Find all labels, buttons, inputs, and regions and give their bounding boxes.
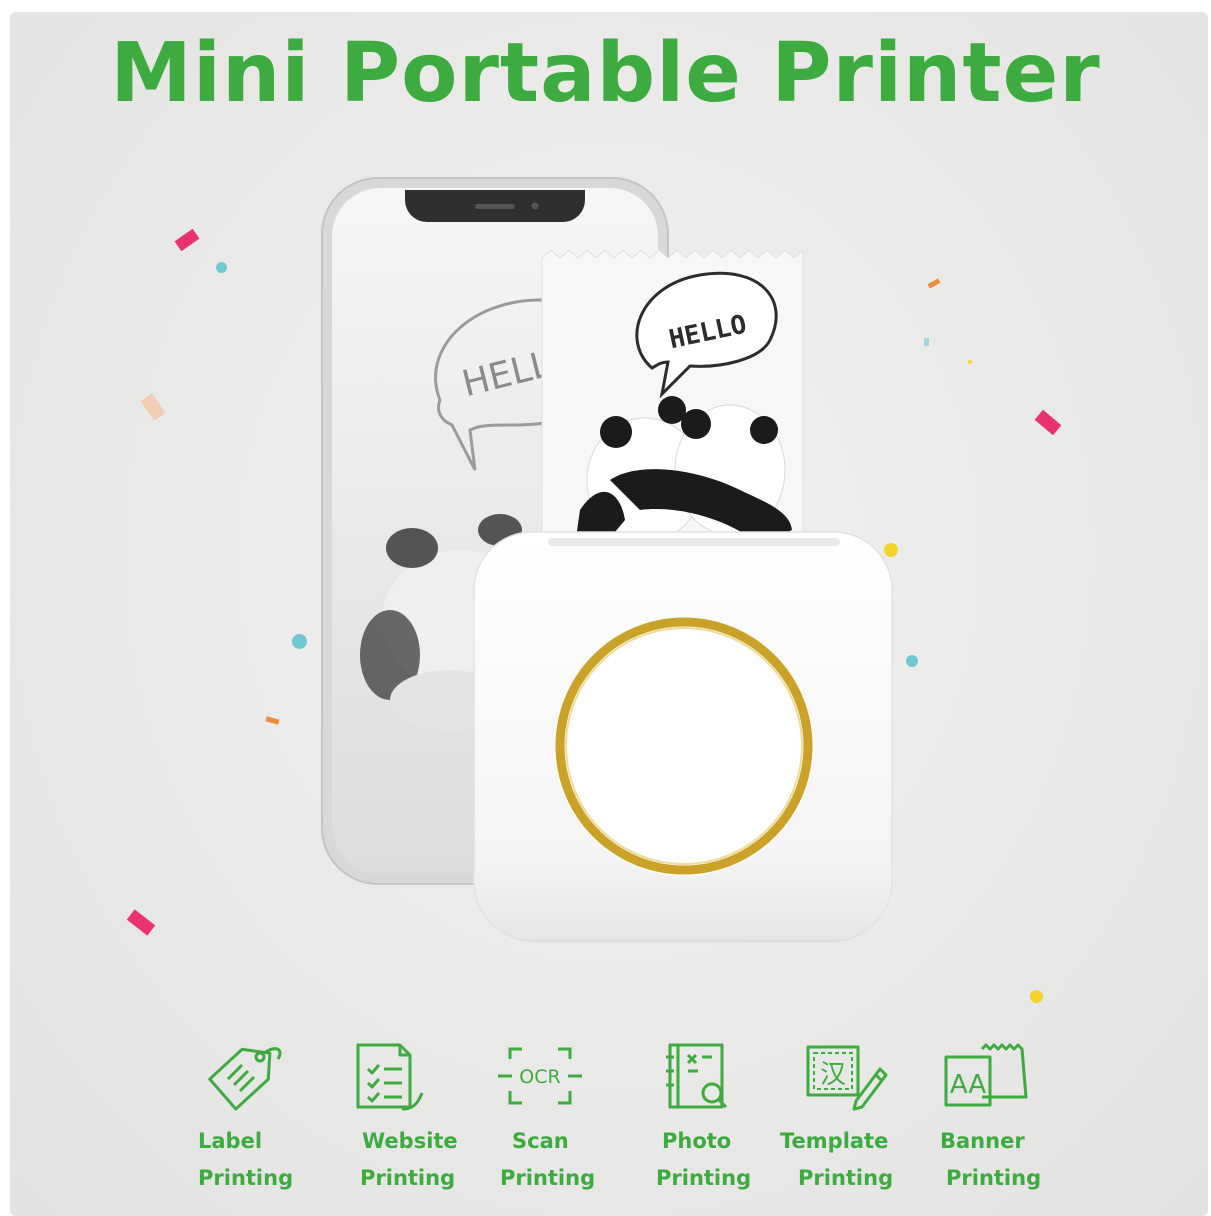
template-edit-icon: 汉 xyxy=(806,1045,888,1111)
banner-letters-icon: AA xyxy=(944,1043,1028,1107)
printer-body xyxy=(473,531,893,942)
feature-banner-line1: Banner xyxy=(940,1129,1025,1153)
feature-template-printing: 汉 Template Printing xyxy=(764,1035,924,1205)
website-document-icon xyxy=(356,1043,424,1111)
label-tag-icon xyxy=(208,1047,282,1111)
ocr-scan-icon: OCR xyxy=(498,1047,582,1105)
banner-icon-text: AA xyxy=(950,1070,987,1100)
feature-photo-printing: Photo Printing xyxy=(616,1035,776,1205)
product-scene: HELL HELLO xyxy=(321,177,893,942)
ocr-icon-text: OCR xyxy=(519,1066,560,1088)
feature-banner-printing: AA Banner Printing xyxy=(906,1035,1066,1205)
printed-paper: HELLO xyxy=(541,248,804,561)
feature-scan-printing: OCR Scan Printing xyxy=(460,1035,620,1205)
feature-banner-line2: Printing xyxy=(946,1166,1042,1190)
photo-album-icon xyxy=(666,1043,728,1109)
feature-label-printing: Label Printing xyxy=(168,1035,328,1205)
template-icon-text: 汉 xyxy=(820,1060,846,1090)
feature-list: Label Printing Website Printing OCR Scan… xyxy=(0,1035,1211,1205)
feature-website-printing: Website Printing xyxy=(310,1035,470,1205)
